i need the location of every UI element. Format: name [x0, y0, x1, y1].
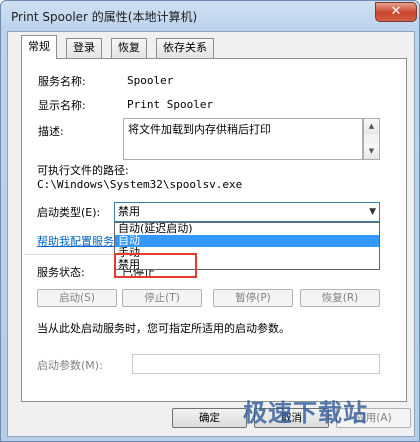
tab-label: 依存关系 — [163, 41, 207, 54]
properties-window: Print Spooler 的属性(本地计算机) ✕ 常规 登录 恢复 依存关系… — [0, 0, 420, 442]
startup-type-label: 启动类型(E): — [37, 206, 101, 219]
button-label: 启动(S) — [59, 292, 95, 304]
description-scrollbar[interactable]: ▲ ▼ — [363, 118, 380, 160]
tab-logon[interactable]: 登录 — [66, 38, 102, 58]
resume-button[interactable]: 恢复(R) — [300, 289, 380, 307]
path-value: C:\Windows\System32\spoolsv.exe — [37, 178, 243, 191]
tab-dependencies[interactable]: 依存关系 — [156, 38, 214, 58]
tab-recovery[interactable]: 恢复 — [111, 38, 147, 58]
tab-label: 登录 — [73, 41, 95, 54]
display-name-label: 显示名称: — [38, 99, 86, 112]
watermark-text: 极速下载站 — [243, 399, 368, 427]
tab-label: 恢复 — [118, 41, 140, 54]
startup-params-label: 启动参数(M): — [37, 359, 103, 372]
startup-option-auto[interactable]: 自动 — [115, 235, 379, 247]
dialog-client: 常规 登录 恢复 依存关系 服务名称: Spooler 显示名称: Print … — [7, 31, 415, 437]
close-icon: ✕ — [390, 4, 402, 19]
button-label: 暂停(P) — [235, 292, 271, 304]
path-label: 可执行文件的路径: — [37, 164, 129, 177]
description-label: 描述: — [38, 125, 64, 138]
tab-label: 常规 — [28, 40, 50, 53]
chevron-down-icon: ▼ — [369, 207, 376, 217]
startup-type-selected: 禁用 — [118, 205, 140, 218]
description-text: 将文件加载到内存供稍后打印 — [128, 123, 271, 136]
help-configure-link[interactable]: 帮助我配置服务 — [37, 233, 114, 249]
button-label: 恢复(R) — [321, 292, 359, 304]
pause-button[interactable]: 暂停(P) — [213, 289, 293, 307]
button-label: 确定 — [199, 412, 220, 424]
stop-button[interactable]: 停止(T) — [122, 289, 202, 307]
ok-button[interactable]: 确定 — [172, 408, 247, 428]
startup-type-select[interactable]: 禁用 ▼ — [114, 202, 380, 222]
service-status-label: 服务状态: — [37, 266, 85, 279]
button-label: 停止(T) — [144, 292, 180, 304]
startup-params-input[interactable] — [132, 354, 380, 374]
title-bar[interactable]: Print Spooler 的属性(本地计算机) ✕ — [1, 1, 420, 31]
window-title: Print Spooler 的属性(本地计算机) — [11, 10, 198, 24]
highlight-box — [114, 253, 197, 278]
service-name-label: 服务名称: — [38, 75, 86, 88]
close-button[interactable]: ✕ — [375, 2, 417, 22]
description-box[interactable]: 将文件加载到内存供稍后打印 — [123, 118, 363, 160]
service-name-value: Spooler — [127, 74, 174, 87]
scroll-down-icon[interactable]: ▼ — [364, 144, 379, 159]
scroll-up-icon[interactable]: ▲ — [364, 119, 379, 134]
display-name-value: Print Spooler — [127, 98, 214, 111]
startup-params-hint: 当从此处启动服务时，您可指定所适用的启动参数。 — [37, 322, 290, 335]
start-button[interactable]: 启动(S) — [37, 289, 117, 307]
tab-general[interactable]: 常规 — [21, 35, 57, 59]
startup-option-auto-delayed[interactable]: 自动(延迟启动) — [115, 223, 379, 235]
